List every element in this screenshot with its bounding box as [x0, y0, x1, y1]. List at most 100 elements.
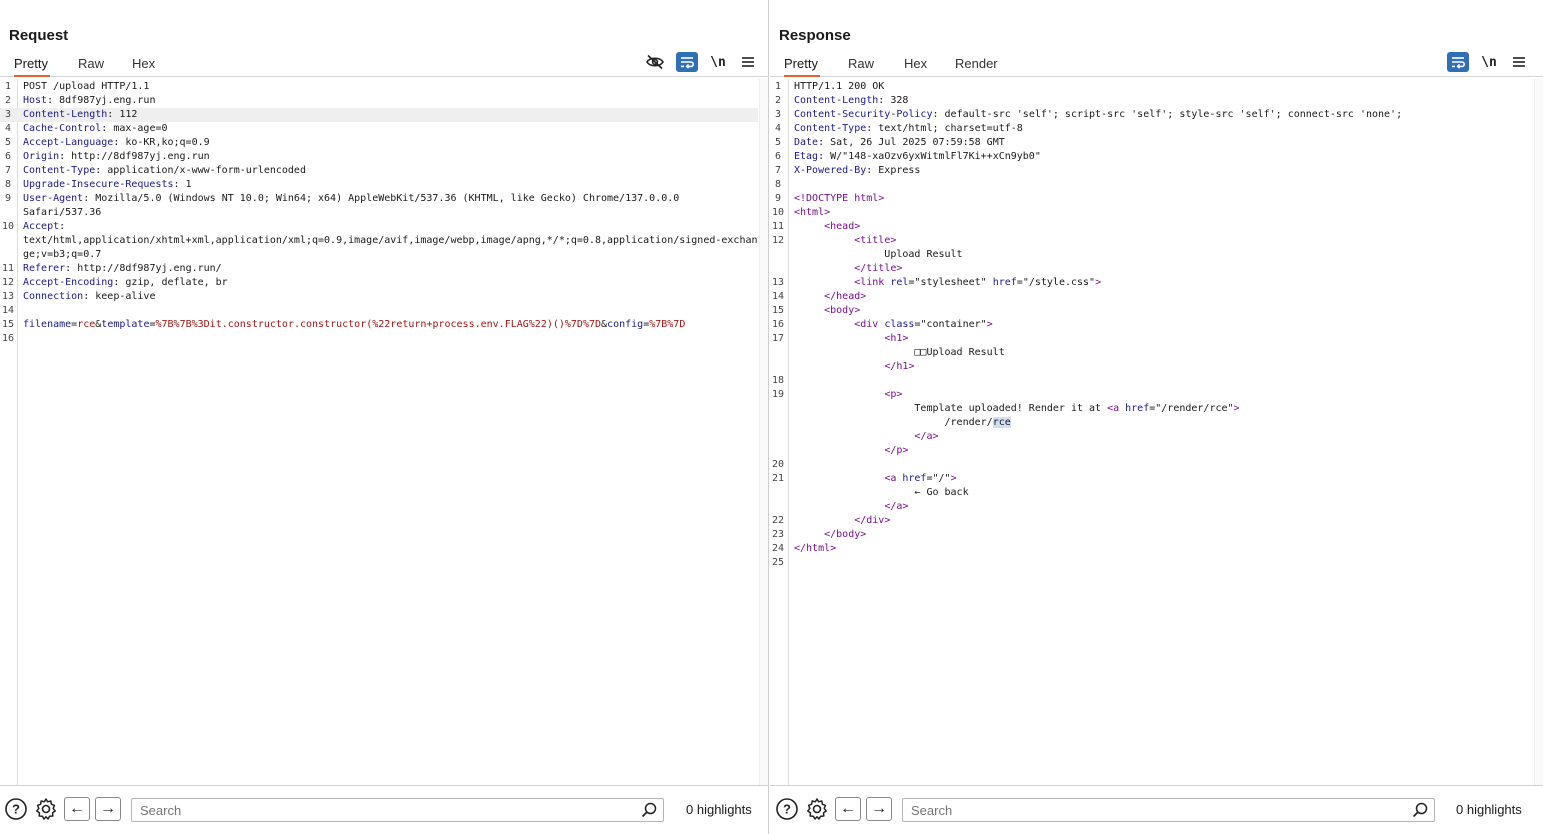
code-line[interactable]: 13 Connection: keep-alive — [0, 290, 758, 304]
code-line[interactable]: 4 Content-Type: text/html; charset=utf-8 — [770, 122, 1533, 136]
request-search-input[interactable] — [140, 802, 620, 818]
response-newline-toggle[interactable]: \n — [1478, 52, 1500, 72]
code-line[interactable]: 16 — [0, 332, 758, 346]
back-button[interactable]: ← — [64, 797, 90, 821]
code-line[interactable]: 9 <!DOCTYPE html> — [770, 192, 1533, 206]
line-number: 14 — [771, 291, 785, 302]
help-icon[interactable]: ? — [775, 797, 799, 821]
code-line[interactable]: 9 User-Agent: Mozilla/5.0 (Windows NT 10.… — [0, 192, 758, 206]
response-editor[interactable]: 1 HTTP/1.1 200 OK 2 Content-Length: 328 3 Con… — [770, 79, 1543, 785]
code-line[interactable]: 14 — [0, 304, 758, 318]
help-icon[interactable]: ? — [4, 797, 28, 821]
code-line[interactable]: ← Go back — [770, 486, 1533, 500]
back-button[interactable]: ← — [835, 797, 861, 821]
code-line[interactable]: text/html,application/xhtml+xml,applicat… — [0, 234, 758, 248]
code-line[interactable]: □□Upload Result — [770, 346, 1533, 360]
line-number: 19 — [771, 389, 785, 400]
code-line[interactable]: 1 POST /upload HTTP/1.1 — [0, 80, 758, 94]
code-line[interactable]: 23 </body> — [770, 528, 1533, 542]
code-line[interactable]: 8 — [770, 178, 1533, 192]
code-line[interactable]: Upload Result — [770, 248, 1533, 262]
hide-nonprintable-button[interactable] — [644, 52, 666, 72]
request-menu-button[interactable] — [737, 52, 759, 72]
code-line[interactable]: 1 HTTP/1.1 200 OK — [770, 80, 1533, 94]
code-line[interactable]: 19 <p> — [770, 388, 1533, 402]
code-line[interactable]: 5 Accept-Language: ko-KR,ko;q=0.9 — [0, 136, 758, 150]
code-line[interactable]: 3 Content-Security-Policy: default-src 's… — [770, 108, 1533, 122]
code-line[interactable]: 5 Date: Sat, 26 Jul 2025 07:59:58 GMT — [770, 136, 1533, 150]
code-line[interactable]: 11 Referer: http://8df987yj.eng.run/ — [0, 262, 758, 276]
response-tab-render[interactable]: Render — [955, 56, 998, 77]
line-content: </head> — [794, 290, 866, 304]
response-wrap-lines-button[interactable] — [1447, 52, 1469, 72]
code-line[interactable]: 10 <html> — [770, 206, 1533, 220]
line-number: 23 — [771, 529, 785, 540]
request-wrap-lines-button[interactable] — [676, 52, 698, 72]
code-line[interactable]: 7 Content-Type: application/x-www-form-ur… — [0, 164, 758, 178]
request-editor[interactable]: 1 POST /upload HTTP/1.1 2 Host: 8df987yj.en… — [0, 79, 768, 785]
code-line[interactable]: </h1> — [770, 360, 1533, 374]
code-line[interactable]: 2 Host: 8df987yj.eng.run — [0, 94, 758, 108]
code-line[interactable]: 13 <link rel="stylesheet" href="/style.c… — [770, 276, 1533, 290]
code-token: <h1> — [884, 333, 909, 344]
code-line[interactable]: 6 Etag: W/"148-xaOzv6yxWitmlFl7Ki++xCn9yb… — [770, 150, 1533, 164]
code-line[interactable]: 24 </html> — [770, 542, 1533, 556]
code-line[interactable]: 3 Content-Length: 112 — [0, 108, 758, 122]
code-token: text/html,application/xhtml+xml,applicat… — [23, 235, 758, 246]
forward-button[interactable]: → — [866, 797, 892, 821]
code-line[interactable]: 12 Accept-Encoding: gzip, deflate, br — [0, 276, 758, 290]
code-line[interactable]: 2 Content-Length: 328 — [770, 94, 1533, 108]
request-scrollbar[interactable] — [759, 79, 768, 785]
arrow-right-icon: → — [100, 800, 116, 817]
settings-gear-icon[interactable] — [805, 797, 829, 821]
code-line[interactable]: Safari/537.36 — [0, 206, 758, 220]
code-line[interactable]: 15 filename=rce&template=%7B%7B%3Dit.cons… — [0, 318, 758, 332]
code-line[interactable]: </p> — [770, 444, 1533, 458]
code-line[interactable]: Template uploaded! Render it at <a href=… — [770, 402, 1533, 416]
code-line[interactable]: 10 Accept: — [0, 220, 758, 234]
code-line[interactable]: 8 Upgrade-Insecure-Requests: 1 — [0, 178, 758, 192]
line-number: 9 — [774, 193, 782, 204]
code-token: : ko-KR,ko;q=0.9 — [113, 137, 210, 148]
code-line[interactable]: </a> — [770, 430, 1533, 444]
line-content: □□Upload Result — [794, 346, 1004, 360]
code-line[interactable]: 14 </head> — [770, 290, 1533, 304]
code-line[interactable]: 18 — [770, 374, 1533, 388]
code-token: <a — [1107, 403, 1126, 414]
forward-button[interactable]: → — [95, 797, 121, 821]
request-tab-pretty[interactable]: Pretty — [14, 56, 50, 77]
code-line[interactable]: 12 <title> — [770, 234, 1533, 248]
code-token: Origin — [23, 151, 60, 162]
code-line[interactable]: 7 X-Powered-By: Express — [770, 164, 1533, 178]
code-line[interactable]: 6 Origin: http://8df987yj.eng.run — [0, 150, 758, 164]
code-line[interactable]: 20 — [770, 458, 1533, 472]
code-line[interactable]: 22 </div> — [770, 514, 1533, 528]
code-line[interactable]: 11 <head> — [770, 220, 1533, 234]
code-line[interactable]: 16 <div class="container"> — [770, 318, 1533, 332]
code-line[interactable]: /render/rce — [770, 416, 1533, 430]
line-number: 16 — [771, 319, 785, 330]
response-scrollbar[interactable] — [1534, 79, 1543, 785]
code-line[interactable]: </a> — [770, 500, 1533, 514]
code-line[interactable]: ge;v=b3;q=0.7 — [0, 248, 758, 262]
response-tab-pretty[interactable]: Pretty — [784, 56, 820, 77]
code-line[interactable]: 4 Cache-Control: max-age=0 — [0, 122, 758, 136]
response-search-input[interactable] — [911, 802, 1391, 818]
settings-gear-icon[interactable] — [34, 797, 58, 821]
code-line[interactable]: 15 <body> — [770, 304, 1533, 318]
response-tab-raw[interactable]: Raw — [848, 56, 874, 77]
code-line[interactable]: </title> — [770, 262, 1533, 276]
response-menu-button[interactable] — [1508, 52, 1530, 72]
code-line[interactable]: 25 — [770, 556, 1533, 570]
response-tab-hex[interactable]: Hex — [904, 56, 927, 77]
request-tab-raw[interactable]: Raw — [78, 56, 104, 77]
code-line[interactable]: 21 <a href="/"> — [770, 472, 1533, 486]
request-newline-toggle[interactable]: \n — [707, 52, 729, 72]
line-content: <div class="container"> — [794, 318, 993, 332]
code-line[interactable]: 17 <h1> — [770, 332, 1533, 346]
request-tab-hex[interactable]: Hex — [132, 56, 155, 77]
response-search-box — [902, 798, 1435, 822]
